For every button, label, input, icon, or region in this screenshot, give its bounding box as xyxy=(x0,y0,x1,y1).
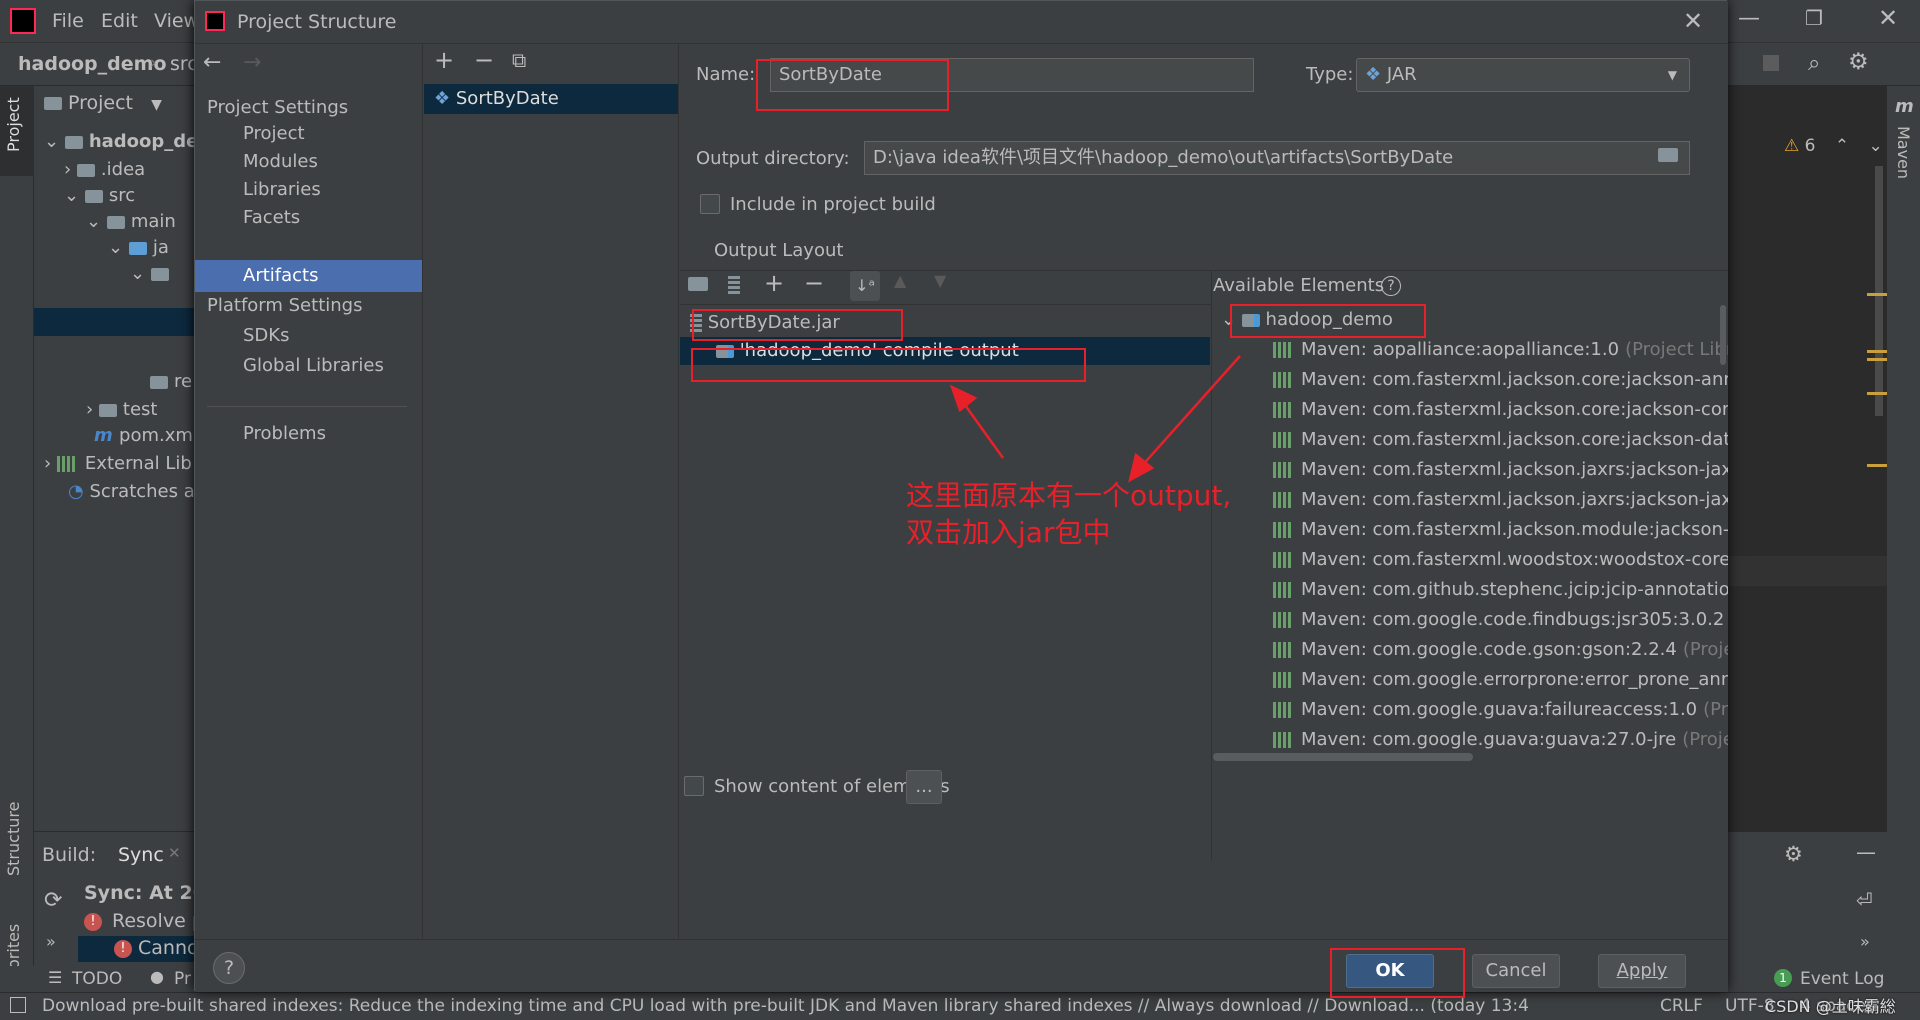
arrow-head xyxy=(949,384,978,413)
arrow-to-compile-output-line xyxy=(958,397,1005,459)
annotation-text-line-2: 双击加入jar包中 xyxy=(906,516,1111,549)
annotation-text-line-1: 这里面原本有一个output, xyxy=(906,479,1232,512)
arrow-to-available-root-line xyxy=(1139,355,1241,469)
